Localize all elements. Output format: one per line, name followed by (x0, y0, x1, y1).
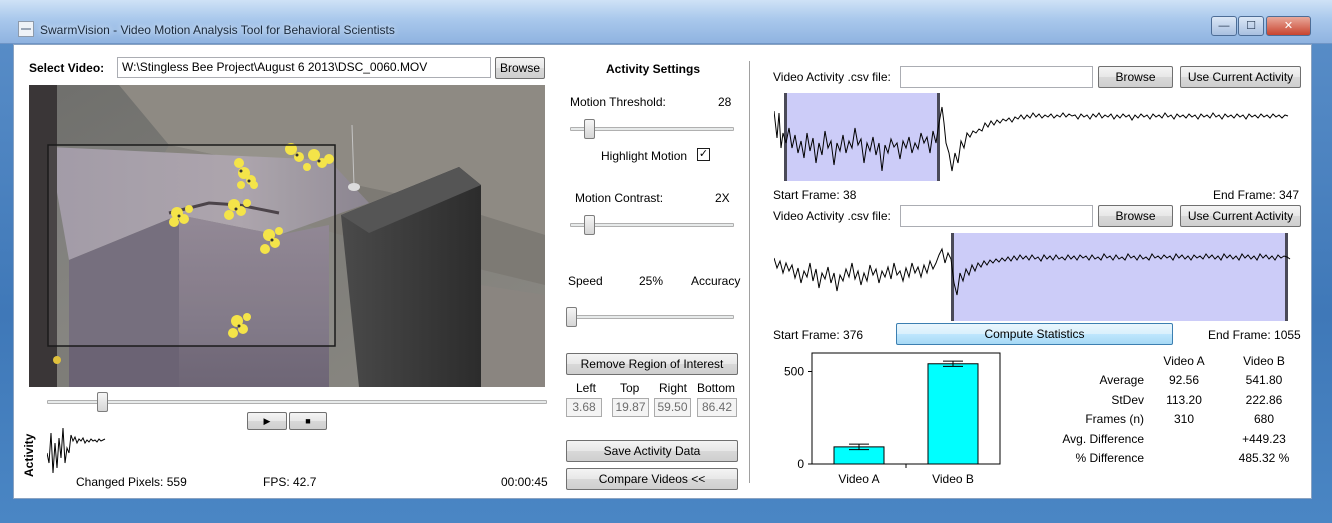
minimize-button[interactable]: — (1211, 16, 1237, 36)
timecode-readout: 00:00:45 (501, 475, 548, 489)
stats-cell: 92.56 (1168, 373, 1200, 388)
motion-threshold-label: Motion Threshold: (570, 95, 666, 109)
stats-row-label: % Difference (1075, 451, 1144, 466)
save-activity-button[interactable]: Save Activity Data (566, 440, 738, 462)
stop-button[interactable]: ■ (289, 412, 327, 430)
panel-divider (749, 61, 750, 483)
app-icon (18, 21, 34, 37)
stats-header-video-b: Video B (1243, 353, 1285, 368)
roi-bottom-field: 86.42 (697, 398, 737, 417)
stats-cell: 680 (1253, 412, 1275, 427)
seek-slider-track[interactable] (47, 400, 547, 404)
changed-pixels-readout: Changed Pixels: 559 (76, 475, 187, 489)
roi-right-header: Right (659, 381, 688, 395)
stats-header-blank (1054, 351, 1144, 371)
browse-csv-b-button[interactable]: Browse (1098, 205, 1173, 227)
selection-range-a (786, 93, 938, 181)
bar (927, 363, 979, 465)
speed-label: Speed (568, 274, 603, 288)
stats-row-label: Avg. Difference (1062, 431, 1144, 446)
stats-row-label: Frames (n) (1085, 412, 1144, 427)
table-row: Avg. Difference +449.23 (1054, 429, 1304, 449)
highlight-motion-label: Highlight Motion (601, 149, 688, 163)
seek-slider-thumb[interactable] (97, 392, 108, 412)
select-video-label: Select Video: (29, 61, 105, 75)
close-button[interactable]: ✕ (1266, 16, 1311, 36)
stats-cell: 222.86 (1245, 392, 1283, 407)
csv-field-a[interactable] (900, 66, 1093, 88)
video-path-field[interactable]: W:\Stingless Bee Project\August 6 2013\D… (117, 57, 491, 78)
table-row: StDev 113.20 222.86 (1054, 390, 1304, 410)
activity-graph-b[interactable] (774, 233, 1294, 323)
selection-range-b (954, 233, 1286, 321)
start-frame-b: Start Frame: 376 (773, 328, 864, 342)
motion-contrast-slider-thumb[interactable] (584, 215, 595, 235)
motion-threshold-value: 28 (718, 95, 732, 109)
statistics-bar-chart: 0 500 Video A Video B (784, 352, 1001, 486)
motion-threshold-slider-thumb[interactable] (584, 119, 595, 139)
end-frame-a: End Frame: 347 (1213, 188, 1300, 202)
compare-videos-button[interactable]: Compare Videos << (566, 468, 738, 490)
fps-readout: FPS: 42.7 (263, 475, 317, 489)
stats-row-label: Average (1099, 373, 1144, 388)
browse-csv-a-button[interactable]: Browse (1098, 66, 1173, 88)
motion-contrast-label: Motion Contrast: (575, 191, 664, 205)
end-frame-b: End Frame: 1055 (1208, 328, 1301, 342)
selection-end-handle-b[interactable] (1285, 233, 1288, 321)
maximize-button[interactable]: ☐ (1238, 16, 1264, 36)
activity-sparkline (47, 427, 106, 474)
stats-cell: 310 (1173, 412, 1195, 427)
title-bar: SwarmVision - Video Motion Analysis Tool… (0, 0, 1332, 44)
speed-value: 25% (639, 274, 664, 288)
video-frame[interactable] (29, 85, 545, 387)
accuracy-label: Accuracy (691, 274, 741, 288)
table-row: Frames (n) 310 680 (1054, 410, 1304, 430)
csv-label-b: Video Activity .csv file: (773, 209, 891, 223)
speed-slider-track[interactable] (567, 315, 734, 319)
x-tick-label: Video B (932, 472, 974, 486)
stats-header-row: Video A Video B (1054, 351, 1304, 371)
roi-top-field: 19.87 (612, 398, 649, 417)
use-current-activity-b-button[interactable]: Use Current Activity (1180, 205, 1301, 227)
selection-end-handle-a[interactable] (937, 93, 940, 181)
stats-cell (1144, 449, 1224, 469)
speed-slider-thumb[interactable] (566, 307, 577, 327)
window-title: SwarmVision - Video Motion Analysis Tool… (40, 23, 395, 37)
x-tick-label: Video A (838, 472, 879, 486)
use-current-activity-a-button[interactable]: Use Current Activity (1180, 66, 1301, 88)
start-frame-a: Start Frame: 38 (773, 188, 857, 202)
statistics-table: Video A Video B Average 92.56 541.80 StD… (1054, 351, 1304, 468)
stats-row-label: StDev (1111, 392, 1144, 407)
activity-settings-heading: Activity Settings (606, 62, 701, 76)
main-window: Select Video: W:\Stingless Bee Project\A… (13, 44, 1312, 499)
compute-statistics-button[interactable]: Compute Statistics (896, 323, 1173, 345)
csv-field-b[interactable] (900, 205, 1093, 227)
table-row: % Difference 485.32 % (1054, 449, 1304, 469)
activity-graph-a[interactable] (774, 93, 1294, 185)
play-button[interactable]: ▶ (247, 412, 287, 430)
stats-cell: 541.80 (1245, 373, 1283, 388)
y-tick-label: 0 (797, 457, 804, 471)
roi-left-header: Left (576, 381, 597, 395)
csv-label-a: Video Activity .csv file: (773, 70, 891, 84)
roi-left-field: 3.68 (566, 398, 602, 417)
stats-cell: 485.32 % (1238, 451, 1290, 466)
stats-cell: +449.23 (1242, 431, 1286, 446)
roi-top-header: Top (620, 381, 640, 395)
highlight-motion-checkbox[interactable]: ✓ (697, 148, 710, 161)
activity-axis-label: Activity (22, 433, 36, 477)
stats-cell: 113.20 (1166, 392, 1202, 407)
browse-video-button[interactable]: Browse (495, 57, 545, 79)
table-row: Average 92.56 541.80 (1054, 371, 1304, 391)
motion-contrast-value: 2X (715, 191, 730, 205)
stats-header-video-a: Video A (1163, 353, 1205, 368)
roi-right-field: 59.50 (654, 398, 691, 417)
remove-roi-button[interactable]: Remove Region of Interest (566, 353, 738, 375)
roi-bottom-header: Bottom (697, 381, 736, 395)
stats-cell (1144, 429, 1224, 449)
y-tick-label: 500 (784, 365, 804, 379)
